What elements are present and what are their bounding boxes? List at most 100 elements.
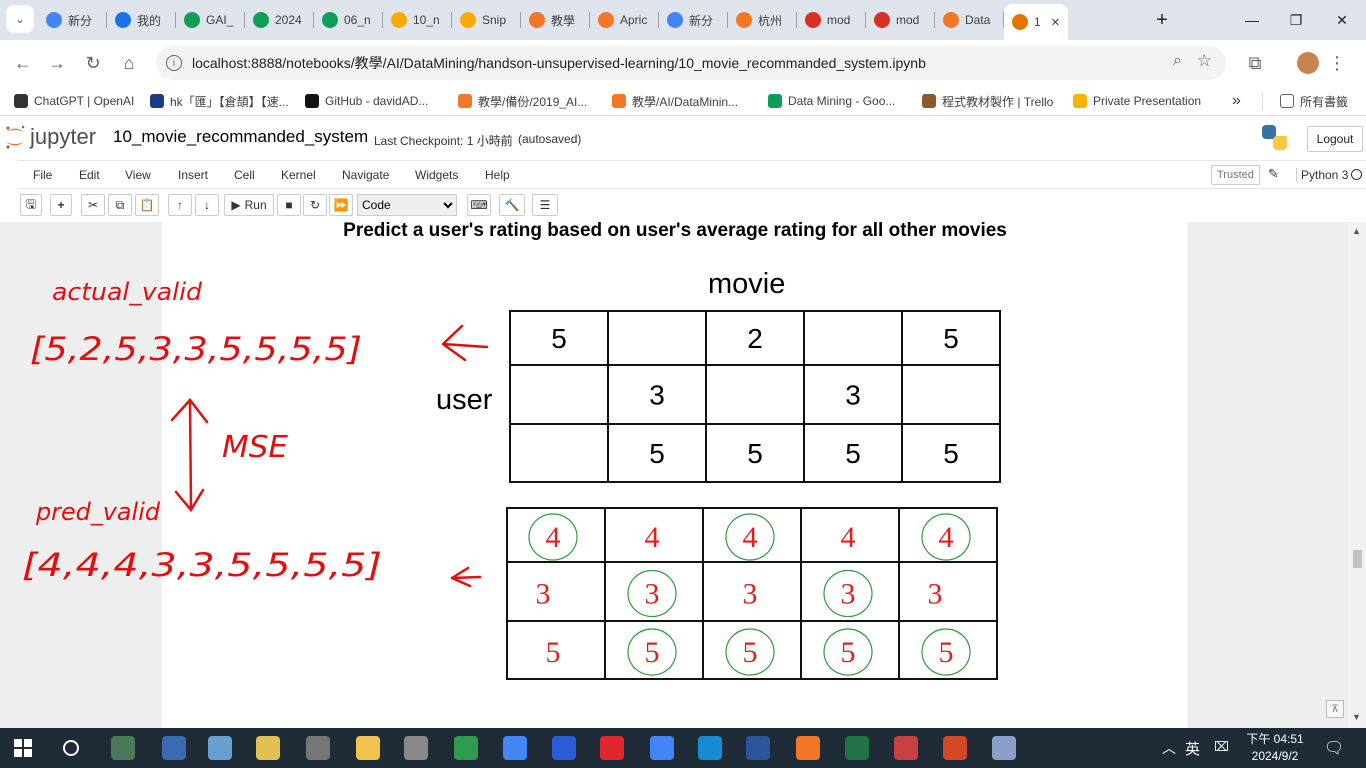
search-circle-icon[interactable]	[63, 740, 79, 756]
restart-button[interactable]: ↻	[303, 194, 327, 216]
minimize-button[interactable]: —	[1232, 6, 1272, 34]
all-bookmarks-button[interactable]: 所有書籤	[1280, 92, 1348, 110]
menu-edit[interactable]: Edit	[79, 168, 100, 182]
word-icon[interactable]	[746, 736, 770, 760]
browser-tab[interactable]: mod	[866, 6, 932, 34]
scroll-down-arrow[interactable]: ▼	[1352, 712, 1361, 722]
tab-search-button[interactable]: ⌄	[6, 5, 34, 33]
bookmark-item[interactable]: 教學/備份/2019_AI...	[458, 92, 587, 110]
restore-button[interactable]: ❐	[1276, 6, 1316, 34]
interrupt-button[interactable]: ■	[277, 194, 301, 216]
inkscape-icon[interactable]	[894, 736, 918, 760]
menu-kernel[interactable]: Kernel	[281, 168, 316, 182]
bookmarks-more-button[interactable]: »	[1232, 92, 1241, 110]
cell-type-select[interactable]: Code	[357, 194, 457, 216]
page-scrollbar[interactable]: ▲ ▼	[1348, 222, 1366, 728]
home-button[interactable]: ⌂	[114, 48, 144, 78]
scroll-thumb[interactable]	[1353, 550, 1362, 568]
menu-widgets[interactable]: Widgets	[415, 168, 458, 182]
chrome-taskbar-icon[interactable]	[503, 736, 527, 760]
browser-tab[interactable]: Snip	[452, 6, 518, 34]
notification-icon[interactable]: 🗨	[1324, 738, 1344, 758]
browser-tab[interactable]: GAI_	[176, 6, 242, 34]
screenshot-icon[interactable]	[404, 736, 428, 760]
paste-button[interactable]: 📋	[135, 194, 159, 216]
paint-icon[interactable]	[208, 736, 232, 760]
bookmark-item[interactable]: 教學/AI/DataMinin...	[612, 92, 738, 110]
reload-button[interactable]: ↻	[78, 48, 108, 78]
browser-tab[interactable]: 2024	[245, 6, 311, 34]
command-palette-button[interactable]: ⌨	[467, 194, 491, 216]
file-explorer-icon[interactable]	[356, 736, 380, 760]
browser-tab[interactable]: 06_n	[314, 6, 380, 34]
back-button[interactable]: ←	[8, 48, 38, 78]
browser-tab[interactable]: 10_n	[383, 6, 449, 34]
task-view-icon[interactable]	[111, 736, 135, 760]
notebook-name[interactable]: 10_movie_recommanded_system	[113, 127, 368, 147]
notes-icon[interactable]	[256, 736, 280, 760]
save-button[interactable]: 🖫	[20, 194, 42, 216]
browser-tab[interactable]: 杭州	[728, 6, 794, 34]
toggle-toolbar-button[interactable]: 🔨	[499, 194, 525, 216]
menu-cell[interactable]: Cell	[234, 168, 255, 182]
jupyter-logo[interactable]: jupyter	[4, 123, 96, 151]
run-button[interactable]: ▶ Run	[224, 194, 274, 216]
excel-icon[interactable]	[845, 736, 869, 760]
powerpoint-icon[interactable]	[943, 736, 967, 760]
tray-chevron-icon[interactable]: ︿	[1162, 738, 1176, 758]
edge-icon[interactable]	[698, 736, 722, 760]
browser-tab[interactable]: 1 ✕	[1004, 4, 1068, 40]
browser-tab[interactable]: Apric	[590, 6, 656, 34]
start-button[interactable]	[14, 739, 32, 757]
chrome-menu-icon[interactable]: ⋮	[1322, 48, 1352, 78]
bookmark-item[interactable]: Private Presentation	[1073, 92, 1201, 110]
browser-tab[interactable]: Data	[935, 6, 1001, 34]
bookmark-item[interactable]: GitHub - davidAD...	[305, 92, 428, 110]
copy-button[interactable]: ⧉	[108, 194, 132, 216]
trusted-indicator[interactable]: Trusted	[1211, 165, 1260, 185]
restart-run-all-button[interactable]: ⏩	[329, 194, 353, 216]
menu-help[interactable]: Help	[485, 168, 510, 182]
ime-indicator[interactable]: 英	[1185, 738, 1200, 759]
browser-tab[interactable]: 我的	[107, 6, 173, 34]
chrome-badge-icon[interactable]	[650, 736, 674, 760]
menu-navigate[interactable]: Navigate	[342, 168, 389, 182]
zoom-icon[interactable]: ⌕	[1173, 52, 1182, 70]
wechat-icon[interactable]	[552, 736, 576, 760]
cut-button[interactable]: ✂	[81, 194, 105, 216]
move-up-button[interactable]: ↑	[168, 194, 192, 216]
close-window-button[interactable]: ✕	[1322, 6, 1362, 34]
logout-button[interactable]: Logout	[1307, 126, 1363, 152]
browser-tab[interactable]: 教學	[521, 6, 587, 34]
move-down-button[interactable]: ↓	[195, 194, 219, 216]
palette-icon[interactable]	[992, 736, 1016, 760]
edit-pencil-icon[interactable]: ✎	[1268, 166, 1279, 182]
clock[interactable]: 下午 04:51 2024/9/2	[1240, 731, 1310, 765]
scroll-up-arrow[interactable]: ▲	[1352, 226, 1361, 236]
bookmark-item[interactable]: ChatGPT | OpenAI	[14, 92, 134, 110]
profile-avatar[interactable]	[1297, 52, 1319, 74]
bookmark-star-icon[interactable]: ☆	[1197, 51, 1212, 71]
insert-cell-below-button[interactable]: +	[50, 194, 72, 216]
opera-icon[interactable]	[600, 736, 624, 760]
browser-tab[interactable]: 新分	[38, 6, 104, 34]
browser-tab[interactable]: 新分	[659, 6, 725, 34]
menu-insert[interactable]: Insert	[178, 168, 208, 182]
new-tab-button[interactable]: +	[1142, 6, 1182, 34]
bookmark-item[interactable]: hk「匯」【倉頡】【速...	[150, 92, 289, 110]
site-info-icon[interactable]: i	[166, 55, 182, 71]
forward-button[interactable]: →	[42, 48, 72, 78]
menu-file[interactable]: File	[33, 168, 52, 182]
close-tab-icon[interactable]: ✕	[1051, 16, 1060, 29]
toc-button[interactable]: ☰	[532, 194, 558, 216]
url-text[interactable]: localhost:8888/notebooks/教學/AI/DataMinin…	[192, 53, 926, 73]
clipchamp-icon[interactable]	[454, 736, 478, 760]
bookmark-item[interactable]: Data Mining - Goo...	[768, 92, 895, 110]
scroll-to-top-button[interactable]: ⊼	[1326, 700, 1344, 718]
ime-mode-icon[interactable]: ⌧	[1214, 739, 1229, 755]
network-icon[interactable]	[162, 736, 186, 760]
browser-tab[interactable]: mod	[797, 6, 863, 34]
menu-view[interactable]: View	[125, 168, 151, 182]
omnibox[interactable]: i localhost:8888/notebooks/教學/AI/DataMin…	[156, 46, 1226, 80]
camera-icon[interactable]	[306, 736, 330, 760]
